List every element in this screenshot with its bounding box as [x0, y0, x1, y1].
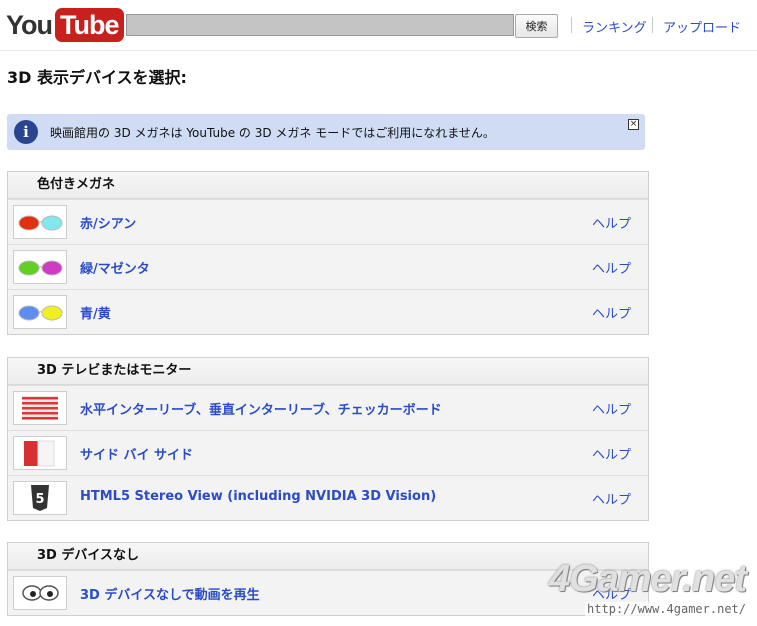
group-colored-glasses: 色付きメガネ 赤/シアン ヘルプ 緑/マゼンタ ヘルプ 青/黄 ヘルプ	[7, 171, 649, 335]
info-text: 映画館用の 3D メガネは YouTube の 3D メガネ モードではご利用に…	[50, 126, 495, 140]
help-link[interactable]: ヘルプ	[592, 444, 631, 463]
html5-icon: 5	[13, 481, 67, 515]
nav-divider	[652, 17, 653, 33]
logo-you-text: You	[6, 9, 53, 40]
search-input[interactable]	[126, 14, 514, 36]
side-by-side-icon	[13, 436, 67, 470]
group-title: 3D テレビまたはモニター	[8, 358, 648, 385]
device-row-red-cyan[interactable]: 赤/シアン ヘルプ	[8, 199, 648, 244]
help-link[interactable]: ヘルプ	[592, 489, 631, 508]
nav-link-upload[interactable]: アップロード	[663, 17, 741, 36]
watermark-url: http://www.4gamer.net/	[585, 602, 748, 616]
device-row-html5[interactable]: 5 HTML5 Stereo View (including NVIDIA 3D…	[8, 475, 648, 520]
nav-divider	[571, 17, 572, 33]
help-link[interactable]: ヘルプ	[592, 303, 631, 322]
device-row-interleave[interactable]: 水平インターリーブ、垂直インターリーブ、チェッカーボード ヘルプ	[8, 385, 648, 430]
info-banner: i 映画館用の 3D メガネは YouTube の 3D メガネ モードではご利…	[7, 114, 645, 150]
device-label[interactable]: 水平インターリーブ、垂直インターリーブ、チェッカーボード	[80, 399, 442, 418]
nav-link-ranking[interactable]: ランキング	[582, 17, 647, 36]
device-label[interactable]: 緑/マゼンタ	[80, 258, 150, 277]
svg-text:5: 5	[35, 492, 44, 507]
group-title: 色付きメガネ	[8, 172, 648, 199]
interleave-icon	[13, 391, 67, 425]
close-icon[interactable]: ×	[628, 119, 639, 130]
info-icon: i	[14, 120, 38, 144]
youtube-logo[interactable]: You Tube	[6, 8, 124, 42]
device-label[interactable]: 青/黄	[80, 303, 111, 322]
watermark-title: 4Gamer.net	[549, 558, 747, 600]
blue-yellow-glasses-icon	[13, 295, 67, 329]
green-magenta-glasses-icon	[13, 250, 67, 284]
group-3d-tv-monitor: 3D テレビまたはモニター 水平インターリーブ、垂直インターリーブ、チェッカーボ…	[7, 357, 649, 521]
help-link[interactable]: ヘルプ	[592, 399, 631, 418]
device-label[interactable]: 3D デバイスなしで動画を再生	[80, 584, 260, 603]
top-bar: You Tube 検索 ランキング アップロード	[0, 0, 757, 51]
eyes-icon	[13, 576, 67, 610]
device-row-side-by-side[interactable]: サイド バイ サイド ヘルプ	[8, 430, 648, 475]
help-link[interactable]: ヘルプ	[592, 258, 631, 277]
page-title: 3D 表示デバイスを選択:	[7, 68, 187, 87]
device-label[interactable]: サイド バイ サイド	[80, 444, 193, 463]
device-label[interactable]: HTML5 Stereo View (including NVIDIA 3D V…	[80, 489, 436, 504]
logo-tube-text: Tube	[55, 8, 124, 42]
device-label[interactable]: 赤/シアン	[80, 213, 136, 232]
search-button[interactable]: 検索	[515, 14, 558, 38]
help-link[interactable]: ヘルプ	[592, 213, 631, 232]
device-row-blue-yellow[interactable]: 青/黄 ヘルプ	[8, 289, 648, 334]
watermark: 4Gamer.net http://www.4gamer.net/	[532, 558, 752, 622]
red-cyan-glasses-icon	[13, 205, 67, 239]
device-row-green-magenta[interactable]: 緑/マゼンタ ヘルプ	[8, 244, 648, 289]
